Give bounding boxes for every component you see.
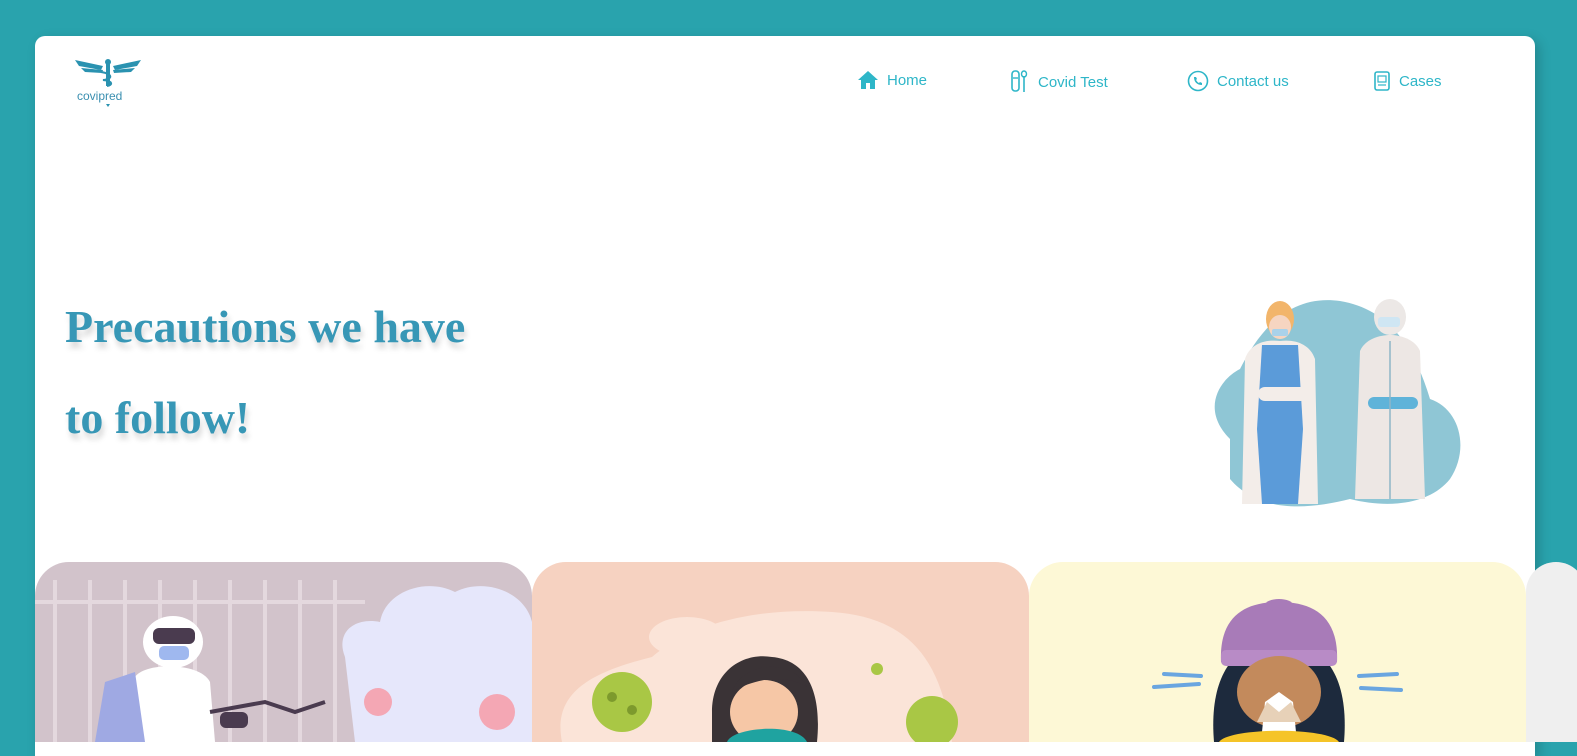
test-tube-icon: [1011, 70, 1028, 92]
home-icon: [858, 71, 878, 89]
hero-heading-line-1: Precautions we have: [65, 301, 466, 352]
nav-cases-label: Cases: [1399, 72, 1442, 90]
sneezing-person-illustration: [1152, 599, 1403, 742]
precaution-tiles: [35, 562, 1577, 742]
top-nav: Home Covid Test Contact us Cases: [35, 70, 1535, 100]
clipboard-icon: [1374, 71, 1390, 91]
nav-home[interactable]: Home: [857, 70, 927, 90]
healthcare-workers-illustration: [1200, 289, 1470, 511]
sick-person-illustration: [560, 611, 958, 742]
tile-disinfection[interactable]: [35, 562, 532, 742]
phone-icon: [1187, 70, 1209, 92]
tile-sick-person[interactable]: [532, 562, 1029, 742]
nav-home-label: Home: [887, 71, 928, 89]
nav-cases[interactable]: Cases: [1373, 70, 1442, 92]
nav-contact-label: Contact us: [1217, 72, 1289, 90]
hero-heading-line-2: to follow!: [65, 392, 251, 443]
hero-heading: Precautions we have to follow!: [65, 281, 465, 463]
tile-partial-next[interactable]: [1526, 562, 1577, 742]
tile-sneezing-person[interactable]: [1029, 562, 1526, 742]
nav-covid-test[interactable]: Covid Test: [1010, 70, 1108, 94]
nav-covid-test-label: Covid Test: [1038, 73, 1108, 91]
nav-contact[interactable]: Contact us: [1187, 70, 1289, 92]
disinfection-worker-illustration: [35, 580, 532, 742]
